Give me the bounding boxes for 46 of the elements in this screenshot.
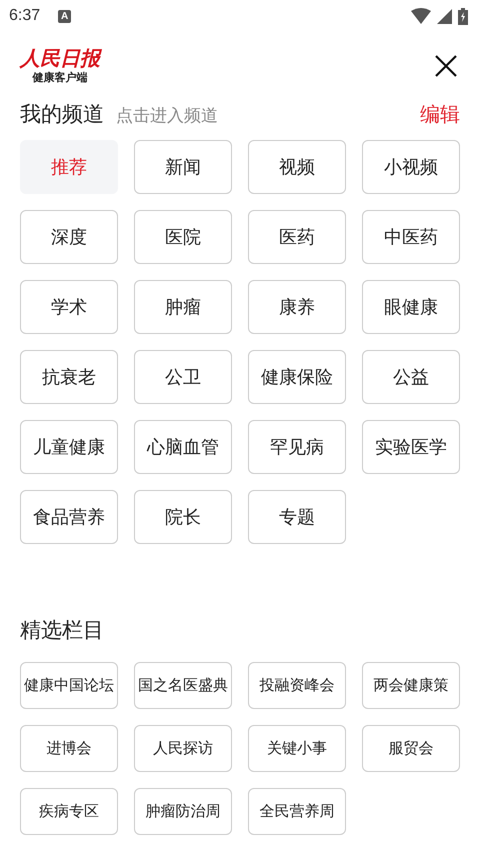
column-tile[interactable]: 疾病专区	[20, 788, 118, 835]
channel-tile[interactable]: 小视频	[362, 140, 460, 194]
column-tile[interactable]: 服贸会	[362, 725, 460, 772]
channel-tile[interactable]: 推荐	[20, 140, 118, 194]
column-tile[interactable]: 国之名医盛典	[134, 662, 232, 709]
column-tile[interactable]: 关键小事	[248, 725, 346, 772]
notification-icon: A	[58, 10, 72, 22]
channel-tile[interactable]: 专题	[248, 490, 346, 544]
channel-tile[interactable]: 食品营养	[20, 490, 118, 544]
channel-tile[interactable]: 院长	[134, 490, 232, 544]
channel-tile[interactable]: 肿瘤	[134, 280, 232, 334]
logo-title: 人民日报	[20, 48, 100, 70]
channel-tile[interactable]: 眼健康	[362, 280, 460, 334]
edit-button[interactable]: 编辑	[420, 101, 460, 128]
signal-icon	[437, 8, 452, 24]
column-tile[interactable]: 全民营养周	[248, 788, 346, 835]
channel-tile[interactable]: 儿童健康	[20, 420, 118, 474]
column-tile[interactable]: 进博会	[20, 725, 118, 772]
channel-tile[interactable]: 医院	[134, 210, 232, 264]
column-tile[interactable]: 人民探访	[134, 725, 232, 772]
channel-tile[interactable]: 中医药	[362, 210, 460, 264]
column-tile[interactable]: 两会健康策	[362, 662, 460, 709]
close-icon[interactable]	[434, 54, 458, 78]
channel-tile[interactable]: 实验医学	[362, 420, 460, 474]
channel-tile[interactable]: 公益	[362, 350, 460, 404]
channel-tile[interactable]: 深度	[20, 210, 118, 264]
channel-tile[interactable]: 新闻	[134, 140, 232, 194]
section-title: 我的频道	[20, 101, 104, 128]
section-title: 精选栏目	[20, 617, 104, 644]
column-tile[interactable]: 健康中国论坛	[20, 662, 118, 709]
channel-tile[interactable]: 康养	[248, 280, 346, 334]
column-tile[interactable]: 投融资峰会	[248, 662, 346, 709]
channel-tile[interactable]: 心脑血管	[134, 420, 232, 474]
channel-tile[interactable]: 视频	[248, 140, 346, 194]
channel-tile[interactable]: 罕见病	[248, 420, 346, 474]
status-time: 6:37	[9, 7, 40, 25]
logo-subtitle: 健康客户端	[32, 70, 88, 84]
channel-tile[interactable]: 抗衰老	[20, 350, 118, 404]
battery-icon	[458, 8, 468, 24]
wifi-icon	[411, 8, 431, 24]
section-hint: 点击进入频道	[116, 105, 218, 127]
channel-tile[interactable]: 学术	[20, 280, 118, 334]
column-tile[interactable]: 肿瘤防治周	[134, 788, 232, 835]
channel-tile[interactable]: 公卫	[134, 350, 232, 404]
channel-tile[interactable]: 医药	[248, 210, 346, 264]
channel-tile[interactable]: 健康保险	[248, 350, 346, 404]
